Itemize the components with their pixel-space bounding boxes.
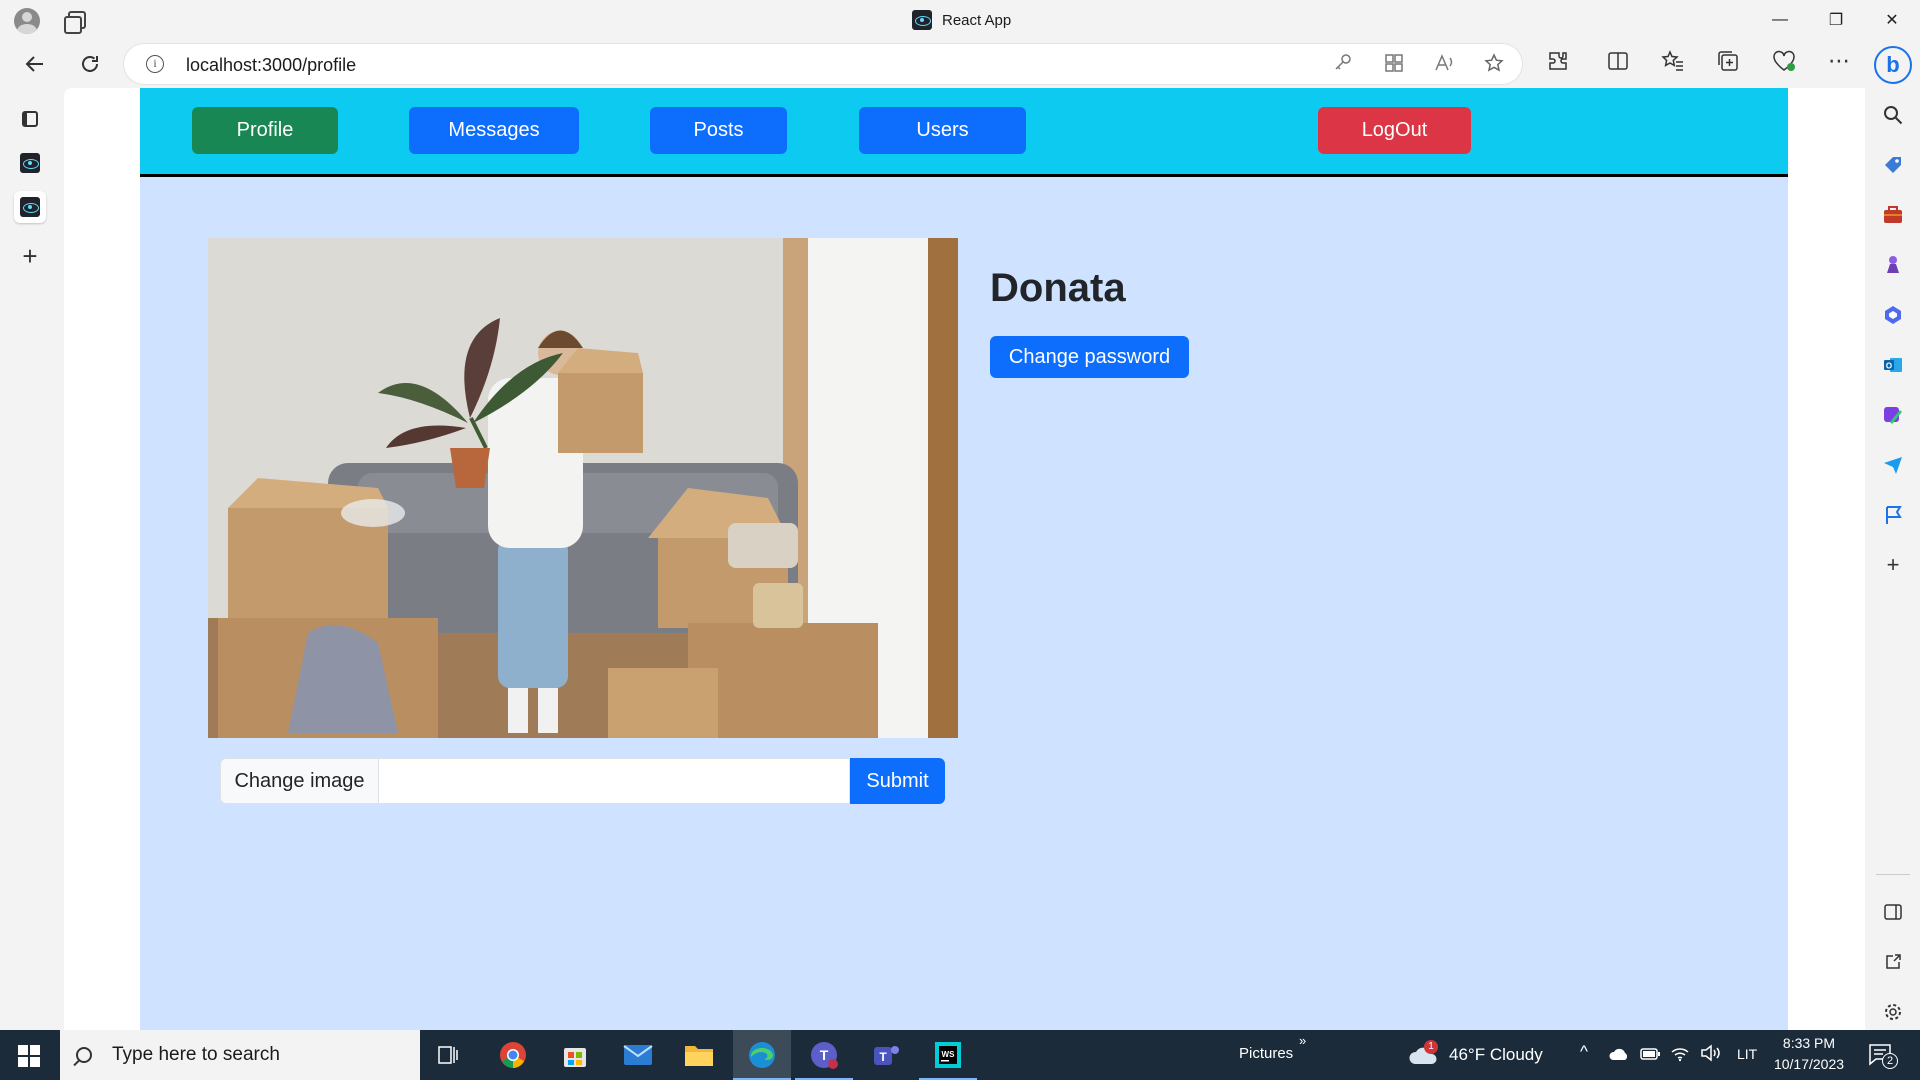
onedrive-cloud-icon[interactable] <box>1608 1047 1630 1066</box>
favorites-icon[interactable] <box>1661 50 1685 78</box>
close-button[interactable]: ✕ <box>1864 0 1920 40</box>
nav-users-button[interactable]: Users <box>859 107 1026 154</box>
change-image-form: Change image Submit <box>220 758 945 804</box>
outlook-icon[interactable]: O <box>1881 353 1905 377</box>
address-bar[interactable]: i localhost:3000/profile <box>124 44 1522 84</box>
react-app-root: Profile Messages Posts Users LogOut Dona… <box>140 88 1788 1030</box>
tools-briefcase-icon[interactable] <box>1881 203 1905 227</box>
profile-image <box>208 238 958 738</box>
new-tab-button[interactable]: + <box>14 240 46 272</box>
windows-start-icon[interactable] <box>18 1045 40 1067</box>
open-external-icon[interactable] <box>1881 950 1905 974</box>
restore-button[interactable]: ❐ <box>1808 0 1864 40</box>
wifi-icon[interactable] <box>1670 1044 1690 1067</box>
weather-alert-badge: 1 <box>1424 1040 1438 1054</box>
image-url-input[interactable] <box>379 758 850 804</box>
taskbar-search-placeholder: Type here to search <box>112 1044 280 1065</box>
flag-icon[interactable] <box>1881 503 1905 527</box>
submit-image-button[interactable]: Submit <box>850 758 945 804</box>
send-icon[interactable] <box>1881 453 1905 477</box>
hide-sidebar-icon[interactable] <box>1881 900 1905 924</box>
react-favicon-icon <box>20 197 40 217</box>
logout-button[interactable]: LogOut <box>1318 107 1471 154</box>
sidebar-divider <box>1876 874 1910 875</box>
window-controls: — ❐ ✕ <box>1752 0 1920 40</box>
address-url[interactable]: localhost:3000/profile <box>186 55 356 76</box>
svg-text:O: O <box>1886 362 1892 371</box>
teams-chat-icon[interactable]: T <box>795 1039 853 1080</box>
input-language[interactable]: LIT <box>1737 1046 1757 1062</box>
task-view-icon[interactable] <box>432 1039 464 1071</box>
tab-react-app-1[interactable] <box>14 147 46 179</box>
split-screen-icon[interactable] <box>1607 50 1629 78</box>
microsoft-store-icon[interactable] <box>559 1039 591 1071</box>
app-available-icon[interactable] <box>1384 53 1404 78</box>
favorite-star-icon[interactable] <box>1484 53 1504 78</box>
battery-icon[interactable] <box>1640 1047 1660 1066</box>
plus-icon: + <box>22 240 38 271</box>
window-title: React App <box>912 10 1011 30</box>
windows-taskbar: Type here to search T T WS Pictures » 1 … <box>0 1030 1920 1080</box>
mail-icon[interactable] <box>622 1039 654 1071</box>
minimize-button[interactable]: — <box>1752 0 1808 40</box>
page-viewport: Profile Messages Posts Users LogOut Dona… <box>64 88 1865 1030</box>
profile-avatar-icon[interactable] <box>14 8 40 34</box>
notification-center-icon[interactable]: 2 <box>1868 1043 1898 1072</box>
nav-profile-button[interactable]: Profile <box>192 107 338 154</box>
pictures-toolbar-label[interactable]: Pictures <box>1239 1045 1293 1062</box>
webstorm-icon[interactable]: WS <box>919 1039 977 1080</box>
change-password-button[interactable]: Change password <box>990 336 1189 378</box>
svg-text:T: T <box>879 1050 887 1064</box>
react-favicon-icon <box>20 153 40 173</box>
settings-gear-icon[interactable] <box>1881 1000 1905 1024</box>
more-options-icon[interactable]: ⋯ <box>1828 48 1850 74</box>
taskbar-search-box[interactable]: Type here to search <box>60 1030 420 1080</box>
bing-copilot-icon[interactable]: b <box>1874 46 1912 84</box>
browser-toolbar: i localhost:3000/profile ⋯ b <box>0 40 1920 88</box>
tab-react-app-2[interactable] <box>14 191 46 223</box>
search-icon[interactable] <box>1881 103 1905 127</box>
edge-browser-icon[interactable] <box>733 1039 791 1080</box>
notification-count-badge: 2 <box>1882 1053 1898 1069</box>
clock-time[interactable]: 8:33 PM <box>1780 1035 1838 1051</box>
edge-sidebar: O + <box>1866 88 1920 1030</box>
collections-icon[interactable] <box>1717 50 1739 78</box>
search-icon <box>76 1047 92 1063</box>
react-favicon-icon <box>912 10 932 30</box>
add-sidebar-app-icon[interactable]: + <box>1881 552 1905 577</box>
shopping-tag-icon[interactable] <box>1881 153 1905 177</box>
weather-cloud-icon[interactable]: 1 <box>1408 1040 1440 1071</box>
change-image-label[interactable]: Change image <box>220 758 379 804</box>
extensions-icon[interactable] <box>1547 50 1569 78</box>
chrome-icon[interactable] <box>497 1039 529 1071</box>
clock-date[interactable]: 10/17/2023 <box>1768 1056 1850 1072</box>
microsoft-365-icon[interactable] <box>1881 303 1905 327</box>
designer-icon[interactable] <box>1881 403 1905 427</box>
panel-icon <box>22 111 38 127</box>
key-icon[interactable] <box>1334 53 1352 76</box>
games-icon[interactable] <box>1881 253 1905 277</box>
tab-actions-icon[interactable] <box>64 11 86 34</box>
profile-username: Donata <box>990 266 1126 310</box>
vertical-tabs-panel: + <box>0 88 62 1030</box>
app-navbar: Profile Messages Posts Users LogOut <box>140 88 1788 177</box>
nav-messages-button[interactable]: Messages <box>409 107 579 154</box>
volume-icon[interactable] <box>1700 1044 1722 1067</box>
tray-chevron-up-icon[interactable]: ^ <box>1580 1042 1588 1062</box>
file-explorer-icon[interactable] <box>683 1039 715 1071</box>
window-title-text: React App <box>942 11 1012 29</box>
browser-essentials-icon[interactable] <box>1772 50 1796 78</box>
svg-text:WS: WS <box>942 1050 956 1059</box>
back-arrow-icon[interactable] <box>20 49 50 79</box>
nav-posts-button[interactable]: Posts <box>650 107 787 154</box>
read-aloud-icon[interactable] <box>1434 53 1456 78</box>
toolbar-expand-chevron-icon[interactable]: » <box>1299 1033 1306 1048</box>
site-info-icon[interactable]: i <box>146 55 164 73</box>
title-bar: React App — ❐ ✕ <box>0 0 1920 40</box>
teams-icon[interactable]: T <box>870 1039 902 1071</box>
svg-text:T: T <box>820 1047 829 1063</box>
refresh-icon[interactable] <box>75 49 105 79</box>
weather-text[interactable]: 46°F Cloudy <box>1449 1045 1543 1065</box>
tab-panel-toggle[interactable] <box>14 103 46 135</box>
